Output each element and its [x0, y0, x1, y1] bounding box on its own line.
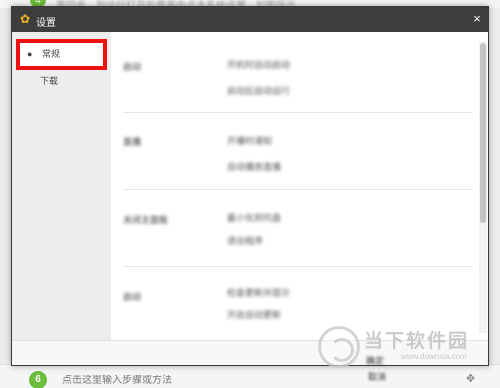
option-radio[interactable]: 退出程序 — [227, 234, 263, 247]
move-icon[interactable]: ✥ — [466, 373, 478, 385]
settings-dialog: ✿ 设置 × ● 常规 下载 启动 开机时自动启动 启动后自动运行 直播 开播时… — [11, 6, 489, 366]
option-checkbox[interactable]: 自动播放直播 — [227, 160, 281, 173]
option-checkbox[interactable]: 开播时通知 — [227, 134, 272, 147]
option-checkbox[interactable]: 检查更新并提示 — [227, 286, 290, 299]
dialog-titlebar[interactable]: ✿ 设置 × — [12, 7, 488, 32]
watermark: 当下软件园 www.downxia.com — [318, 326, 498, 370]
section-label: 关闭主面板 — [123, 215, 169, 225]
sidebar-item-general[interactable]: ● 常规 — [16, 39, 107, 70]
section-label: 启动 — [123, 292, 142, 302]
sidebar-item-download[interactable]: 下载 — [16, 69, 107, 93]
option-checkbox[interactable]: 启动后自动运行 — [227, 84, 290, 97]
watermark-text: 当下软件园 — [364, 331, 470, 352]
option-checkbox[interactable]: 开机时自动启动 — [227, 58, 290, 71]
scrollbar[interactable] — [479, 41, 487, 333]
sidebar-item-label: 常规 — [42, 49, 61, 59]
option-radio[interactable]: 最小化到托盘 — [227, 211, 281, 224]
section-label: 直播 — [123, 137, 142, 147]
settings-sidebar: ● 常规 下载 — [12, 32, 111, 340]
watermark-logo-icon — [318, 326, 360, 368]
scrollbar-thumb[interactable] — [480, 43, 486, 223]
settings-section: 直播 开播时通知 自动播放直播 — [123, 114, 473, 190]
close-icon[interactable]: × — [470, 12, 484, 26]
option-checkbox[interactable]: 开启自动更新 — [227, 308, 281, 321]
step-input[interactable] — [62, 375, 322, 386]
settings-section: 启动 开机时自动启动 启动后自动运行 — [123, 38, 473, 113]
step-number-badge: 6 — [29, 371, 47, 388]
cancel-button[interactable]: 取消 — [368, 370, 386, 383]
dialog-title: 设置 — [36, 18, 56, 29]
section-label: 启动 — [123, 62, 142, 72]
settings-section: 关闭主面板 最小化到托盘 退出程序 — [123, 191, 473, 267]
bullet-icon: ● — [27, 49, 33, 59]
settings-content: 启动 开机时自动启动 启动后自动运行 直播 开播时通知 自动播放直播 关闭主面板… — [111, 32, 488, 340]
watermark-url: www.downxia.com — [401, 352, 467, 361]
gear-icon: ✿ — [20, 12, 31, 26]
sidebar-item-label: 下载 — [40, 76, 59, 86]
